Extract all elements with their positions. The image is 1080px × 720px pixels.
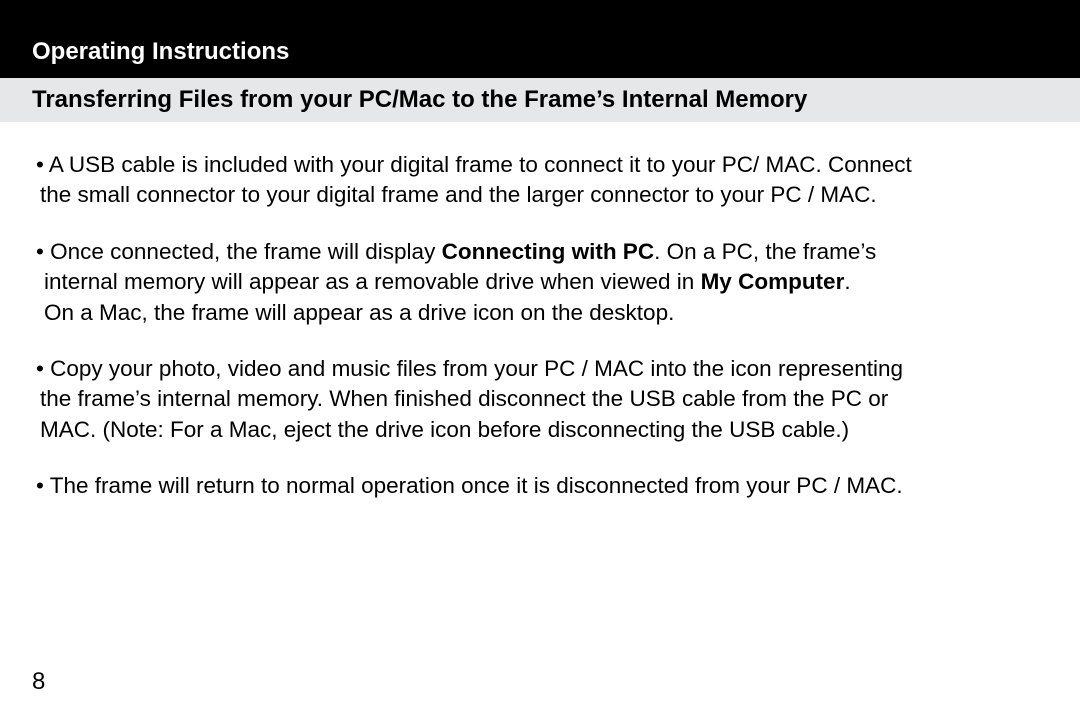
bullet-2-line1-post: . On a PC, the frame’s: [654, 239, 876, 264]
bullet-1-line1: • A USB cable is included with your digi…: [50, 150, 1048, 180]
bullet-2-line1: • Once connected, the frame will display…: [50, 237, 1048, 267]
bullet-2-line1-pre: • Once connected, the frame will display: [36, 239, 442, 264]
bullet-2-line2-post: .: [844, 269, 850, 294]
bullet-3-line2: the frame’s internal memory. When finish…: [50, 384, 1048, 414]
bullet-1: • A USB cable is included with your digi…: [32, 150, 1048, 211]
bullet-3-line3: MAC. (Note: For a Mac, eject the drive i…: [50, 415, 1048, 445]
header-bar: Operating Instructions: [0, 0, 1080, 78]
bullet-2-line2-pre: internal memory will appear as a removab…: [44, 269, 701, 294]
bullet-2-line3: On a Mac, the frame will appear as a dri…: [50, 298, 1048, 328]
bullet-2-line2-bold: My Computer: [701, 269, 845, 294]
subheader-bar: Transferring Files from your PC/Mac to t…: [0, 78, 1080, 122]
bullet-2: • Once connected, the frame will display…: [32, 237, 1048, 328]
bullet-1-line2: the small connector to your digital fram…: [50, 180, 1048, 210]
bullet-4: • The frame will return to normal operat…: [32, 471, 1048, 501]
bullet-3: • Copy your photo, video and music files…: [32, 354, 1048, 445]
page-number: 8: [32, 668, 45, 696]
subheader-title: Transferring Files from your PC/Mac to t…: [32, 86, 807, 113]
bullet-3-line1: • Copy your photo, video and music files…: [50, 354, 1048, 384]
bullet-4-line1: • The frame will return to normal operat…: [50, 471, 1048, 501]
content-area: • A USB cable is included with your digi…: [0, 122, 1080, 501]
bullet-2-line2: internal memory will appear as a removab…: [50, 267, 1048, 297]
header-title: Operating Instructions: [32, 38, 289, 65]
bullet-2-line1-bold: Connecting with PC: [442, 239, 655, 264]
